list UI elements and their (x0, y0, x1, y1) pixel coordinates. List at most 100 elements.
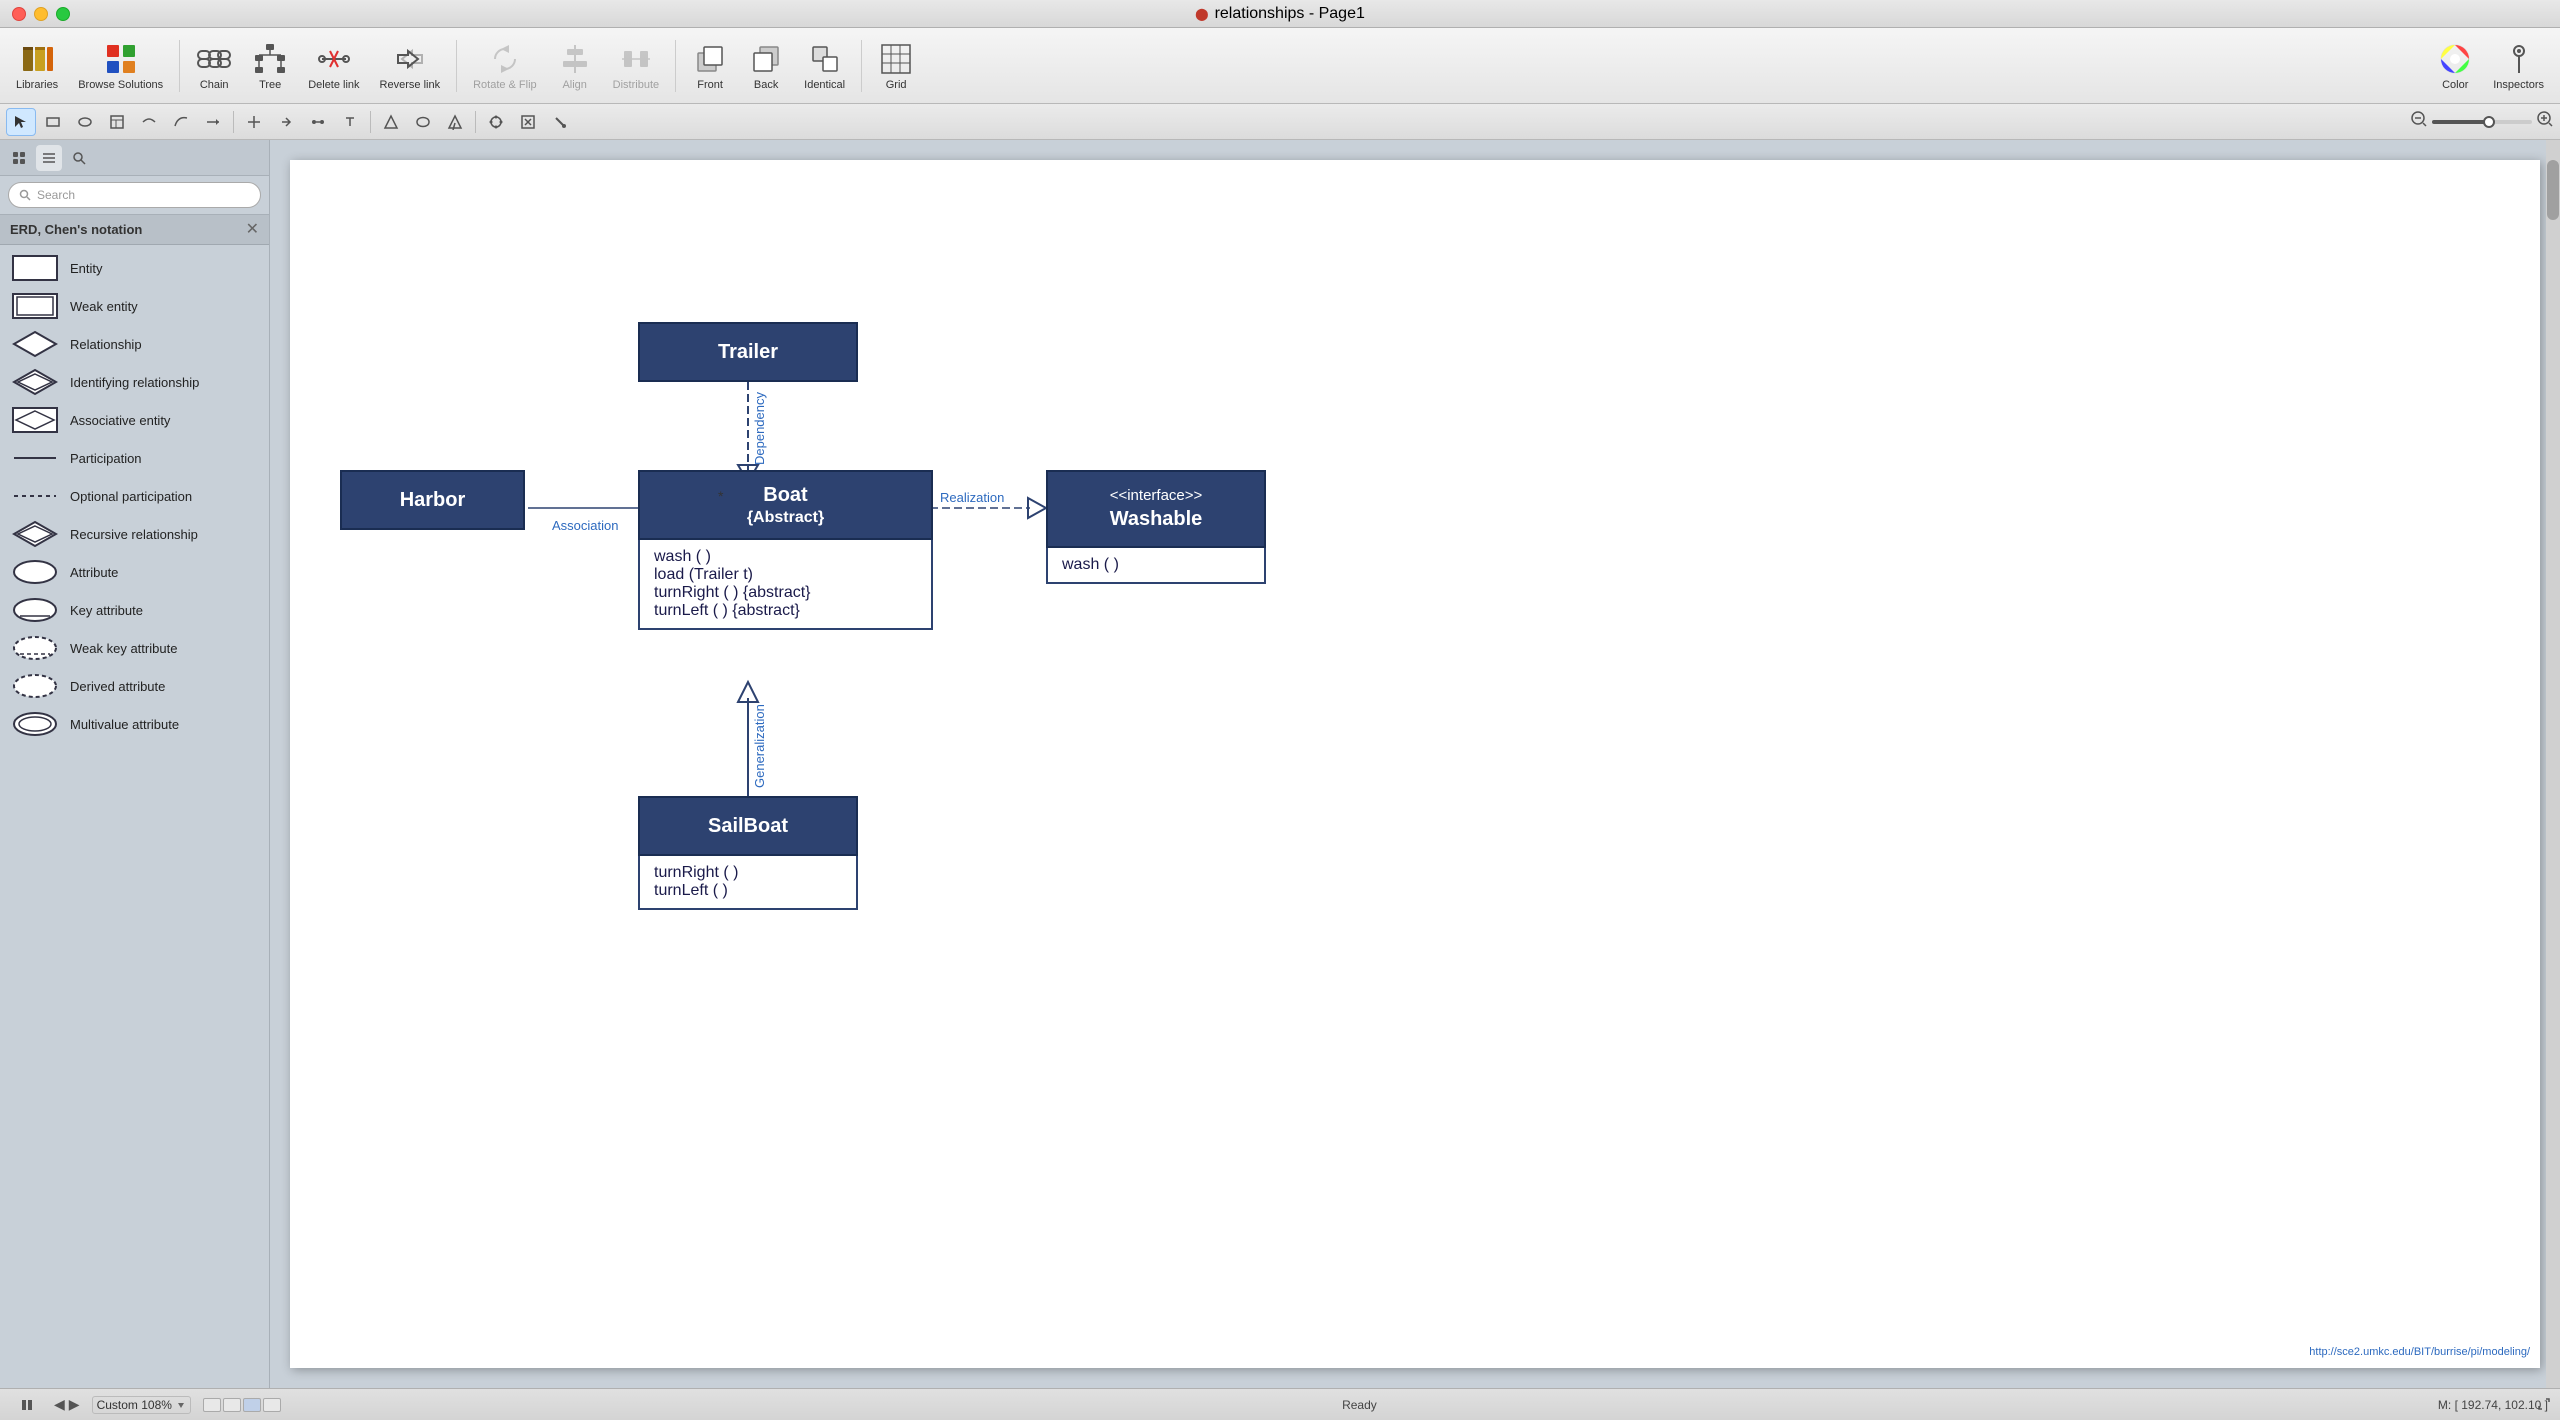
canvas-scrollbar[interactable] (2546, 140, 2560, 1388)
pen-tool-3[interactable] (440, 108, 470, 136)
style-tool[interactable] (545, 108, 575, 136)
expand-button[interactable] (2534, 1394, 2554, 1414)
shape-item-multivalue-attribute[interactable]: Multivalue attribute (0, 705, 269, 743)
sidebar-tab-search[interactable] (66, 145, 92, 171)
canvas-area[interactable]: Trailer Dependency Boat {Abstract} wash … (270, 140, 2560, 1388)
shape-item-relationship[interactable]: Relationship (0, 325, 269, 363)
derived-attribute-icon (12, 672, 58, 700)
page-size-large[interactable] (263, 1398, 281, 1412)
participation-icon (12, 444, 58, 472)
pen-tool-2[interactable] (408, 108, 438, 136)
sidebar-search-area: Search (0, 176, 269, 215)
boat-entity-header[interactable]: Boat {Abstract} (638, 470, 933, 540)
join-tool[interactable] (303, 108, 333, 136)
toolbar-separator-1 (179, 40, 180, 92)
shape-item-optional-participation[interactable]: Optional participation (0, 477, 269, 515)
front-button[interactable]: Front (684, 37, 736, 95)
shape-item-weak-key-attribute[interactable]: Weak key attribute (0, 629, 269, 667)
sailboat-method-1: turnRight ( ) (654, 864, 842, 882)
identical-button[interactable]: Identical (796, 37, 853, 95)
tools-row (0, 104, 2560, 140)
delete-link-button[interactable]: Delete link (300, 37, 367, 95)
relationship-icon (12, 330, 58, 358)
page-size-fit[interactable] (203, 1398, 221, 1412)
shape-item-identifying-relationship[interactable]: Identifying relationship (0, 363, 269, 401)
toolbar-separator-2 (456, 40, 457, 92)
browse-solutions-button[interactable]: Browse Solutions (70, 37, 171, 95)
connector-tool-1[interactable] (134, 108, 164, 136)
boat-abstract: {Abstract} (747, 508, 824, 529)
connector-tool-2[interactable] (166, 108, 196, 136)
shape-item-participation[interactable]: Participation (0, 439, 269, 477)
expand-tool[interactable] (271, 108, 301, 136)
page-next-button[interactable]: ▶ (69, 1396, 80, 1413)
zoom-select[interactable]: Custom 108% (92, 1396, 191, 1414)
rect-tool[interactable] (38, 108, 68, 136)
sailboat-entity-body[interactable]: turnRight ( ) turnLeft ( ) (638, 856, 858, 910)
sidebar-tab-grid[interactable] (36, 145, 62, 171)
inspectors-button[interactable]: Inspectors (2485, 37, 2552, 95)
anchor-tool[interactable] (335, 108, 365, 136)
maximize-button[interactable] (56, 7, 70, 21)
color-button[interactable]: Color (2429, 37, 2481, 95)
search-box[interactable]: Search (8, 182, 261, 208)
shape-item-derived-attribute[interactable]: Derived attribute (0, 667, 269, 705)
toolbar-separator-3 (675, 40, 676, 92)
sidebar-tab-list[interactable] (6, 145, 32, 171)
distribute-button[interactable]: Distribute (605, 37, 667, 95)
inspectors-label: Inspectors (2493, 79, 2544, 91)
shape-item-recursive-relationship[interactable]: Recursive relationship (0, 515, 269, 553)
inspectors-icon (2501, 41, 2537, 77)
zoom-out-button[interactable] (2410, 110, 2428, 133)
sailboat-label: SailBoat (708, 815, 788, 838)
libraries-button[interactable]: Libraries (8, 37, 66, 95)
zoom-slider[interactable] (2432, 120, 2532, 124)
relationship-label: Relationship (70, 337, 142, 352)
shape-item-associative-entity[interactable]: Associative entity (0, 401, 269, 439)
shape-item-entity[interactable]: Entity (0, 249, 269, 287)
page-size-small[interactable] (223, 1398, 241, 1412)
pause-button[interactable] (12, 1391, 42, 1419)
boat-entity-body[interactable]: wash ( ) load (Trailer t) turnRight ( ) … (638, 540, 933, 630)
pen-tool-1[interactable] (376, 108, 406, 136)
zoom-in-button[interactable] (2536, 110, 2554, 133)
table-tool[interactable] (102, 108, 132, 136)
reverse-link-button[interactable]: Reverse link (372, 37, 449, 95)
rotate-flip-button[interactable]: Rotate & Flip (465, 37, 545, 95)
align-button[interactable]: Align (549, 37, 601, 95)
associative-entity-icon (12, 406, 58, 434)
back-button[interactable]: Back (740, 37, 792, 95)
library-close-button[interactable]: ✕ (246, 222, 259, 238)
connection-points-tool[interactable] (481, 108, 511, 136)
multiplicity-star: * (718, 488, 723, 504)
reverse-link-label: Reverse link (380, 79, 441, 91)
zoom-thumb[interactable] (2483, 116, 2495, 128)
resize-tool[interactable] (239, 108, 269, 136)
sailboat-entity-header[interactable]: SailBoat (638, 796, 858, 856)
page-size-medium[interactable] (243, 1398, 261, 1412)
oval-tool[interactable] (70, 108, 100, 136)
washable-entity-body[interactable]: wash ( ) (1046, 548, 1266, 584)
format-tool[interactable] (513, 108, 543, 136)
tree-button[interactable]: Tree (244, 37, 296, 95)
boat-method-2: load (Trailer t) (654, 566, 917, 584)
delete-link-icon (316, 41, 352, 77)
back-label: Back (754, 79, 778, 91)
shape-item-attribute[interactable]: Attribute (0, 553, 269, 591)
scrollbar-thumb[interactable] (2547, 160, 2559, 220)
grid-button[interactable]: Grid (870, 37, 922, 95)
select-tool[interactable] (6, 108, 36, 136)
page-prev-button[interactable]: ◀ (54, 1396, 65, 1413)
shape-item-key-attribute[interactable]: Key attribute (0, 591, 269, 629)
trailer-entity[interactable]: Trailer (638, 322, 858, 382)
close-button[interactable] (12, 7, 26, 21)
harbor-entity[interactable]: Harbor (340, 470, 525, 530)
shape-item-weak-entity[interactable]: Weak entity (0, 287, 269, 325)
chain-button[interactable]: Chain (188, 37, 240, 95)
connector-tool-3[interactable] (198, 108, 228, 136)
distribute-label: Distribute (613, 79, 659, 91)
minimize-button[interactable] (34, 7, 48, 21)
title-icon: ⬤ (1195, 7, 1208, 21)
washable-entity-header[interactable]: <<interface>> Washable (1046, 470, 1266, 548)
traffic-lights (12, 7, 70, 21)
